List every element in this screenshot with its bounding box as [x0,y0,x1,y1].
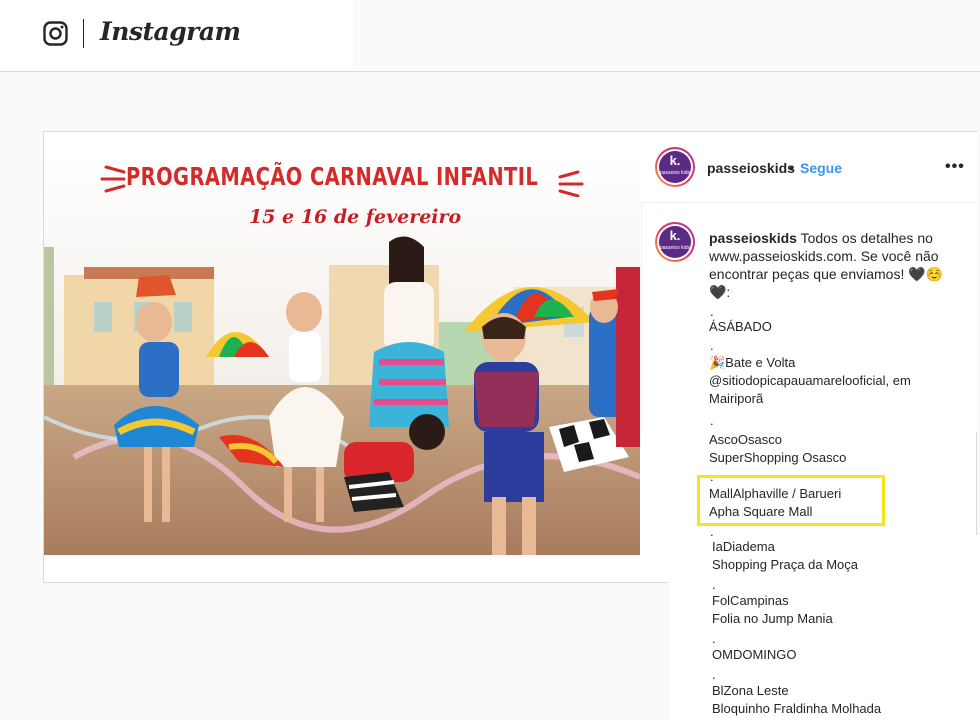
avatar-subtext: passeios kids [659,170,690,176]
caption-line: BlZona Leste [712,683,789,698]
instagram-wordmark[interactable]: Instagram [100,17,241,46]
caption-line: . [710,304,714,319]
mention-link[interactable]: @sitiodopicapauamarelooficial, em [709,373,911,388]
caption-line: FolCampinas [712,593,789,608]
caption-line: Bloquinho Fraldinha Molhada [712,701,882,716]
caption-line: SuperShopping Osasco [709,450,847,465]
caption-line: . [710,524,714,539]
instagram-glyph-icon[interactable] [43,21,68,46]
caption-text: passeioskids Todos os detalhes no www.pa… [709,229,964,301]
caption-line: IaDiadema [712,539,775,554]
caption-line: 🎉Bate e Volta [709,355,796,370]
caption-line: Shopping Praça da Moça [712,557,858,572]
post-image[interactable]: PROGRAMAÇÃO CARNAVAL INFANTIL 15 e 16 de… [44,157,640,555]
caption-line: . [712,667,716,682]
caption-line: Folia no Jump Mania [712,611,833,626]
author-username[interactable]: passeioskids [707,160,795,176]
header-separator: • [789,160,794,176]
caption-line: . [710,338,714,353]
follow-button[interactable]: Segue [800,160,842,176]
more-options-icon[interactable]: ••• [945,158,965,176]
author-avatar[interactable]: k. passeios kids [655,147,695,187]
highlight-box [697,475,885,526]
photo-subtitle-text: 15 e 16 de fevereiro [249,206,462,228]
caption-line: OMDOMINGO [712,647,797,662]
caption-line: ÁSÁBADO [709,319,772,334]
caption-line: . [712,577,716,592]
caption-username[interactable]: passeioskids [709,230,797,246]
caption-author-avatar[interactable]: k. passeios kids [655,222,695,262]
caption-line: Mairiporã [709,391,764,406]
avatar-subtext: passeios kids [659,245,690,251]
photo-title-text: PROGRAMAÇÃO CARNAVAL INFANTIL [126,162,539,191]
caption-line: . [712,631,716,646]
avatar-text: k. [669,228,681,243]
brand-divider [83,19,84,48]
caption-line: . [710,413,714,428]
caption-line: AscoOsasco [709,432,782,447]
avatar-text: k. [669,153,681,168]
